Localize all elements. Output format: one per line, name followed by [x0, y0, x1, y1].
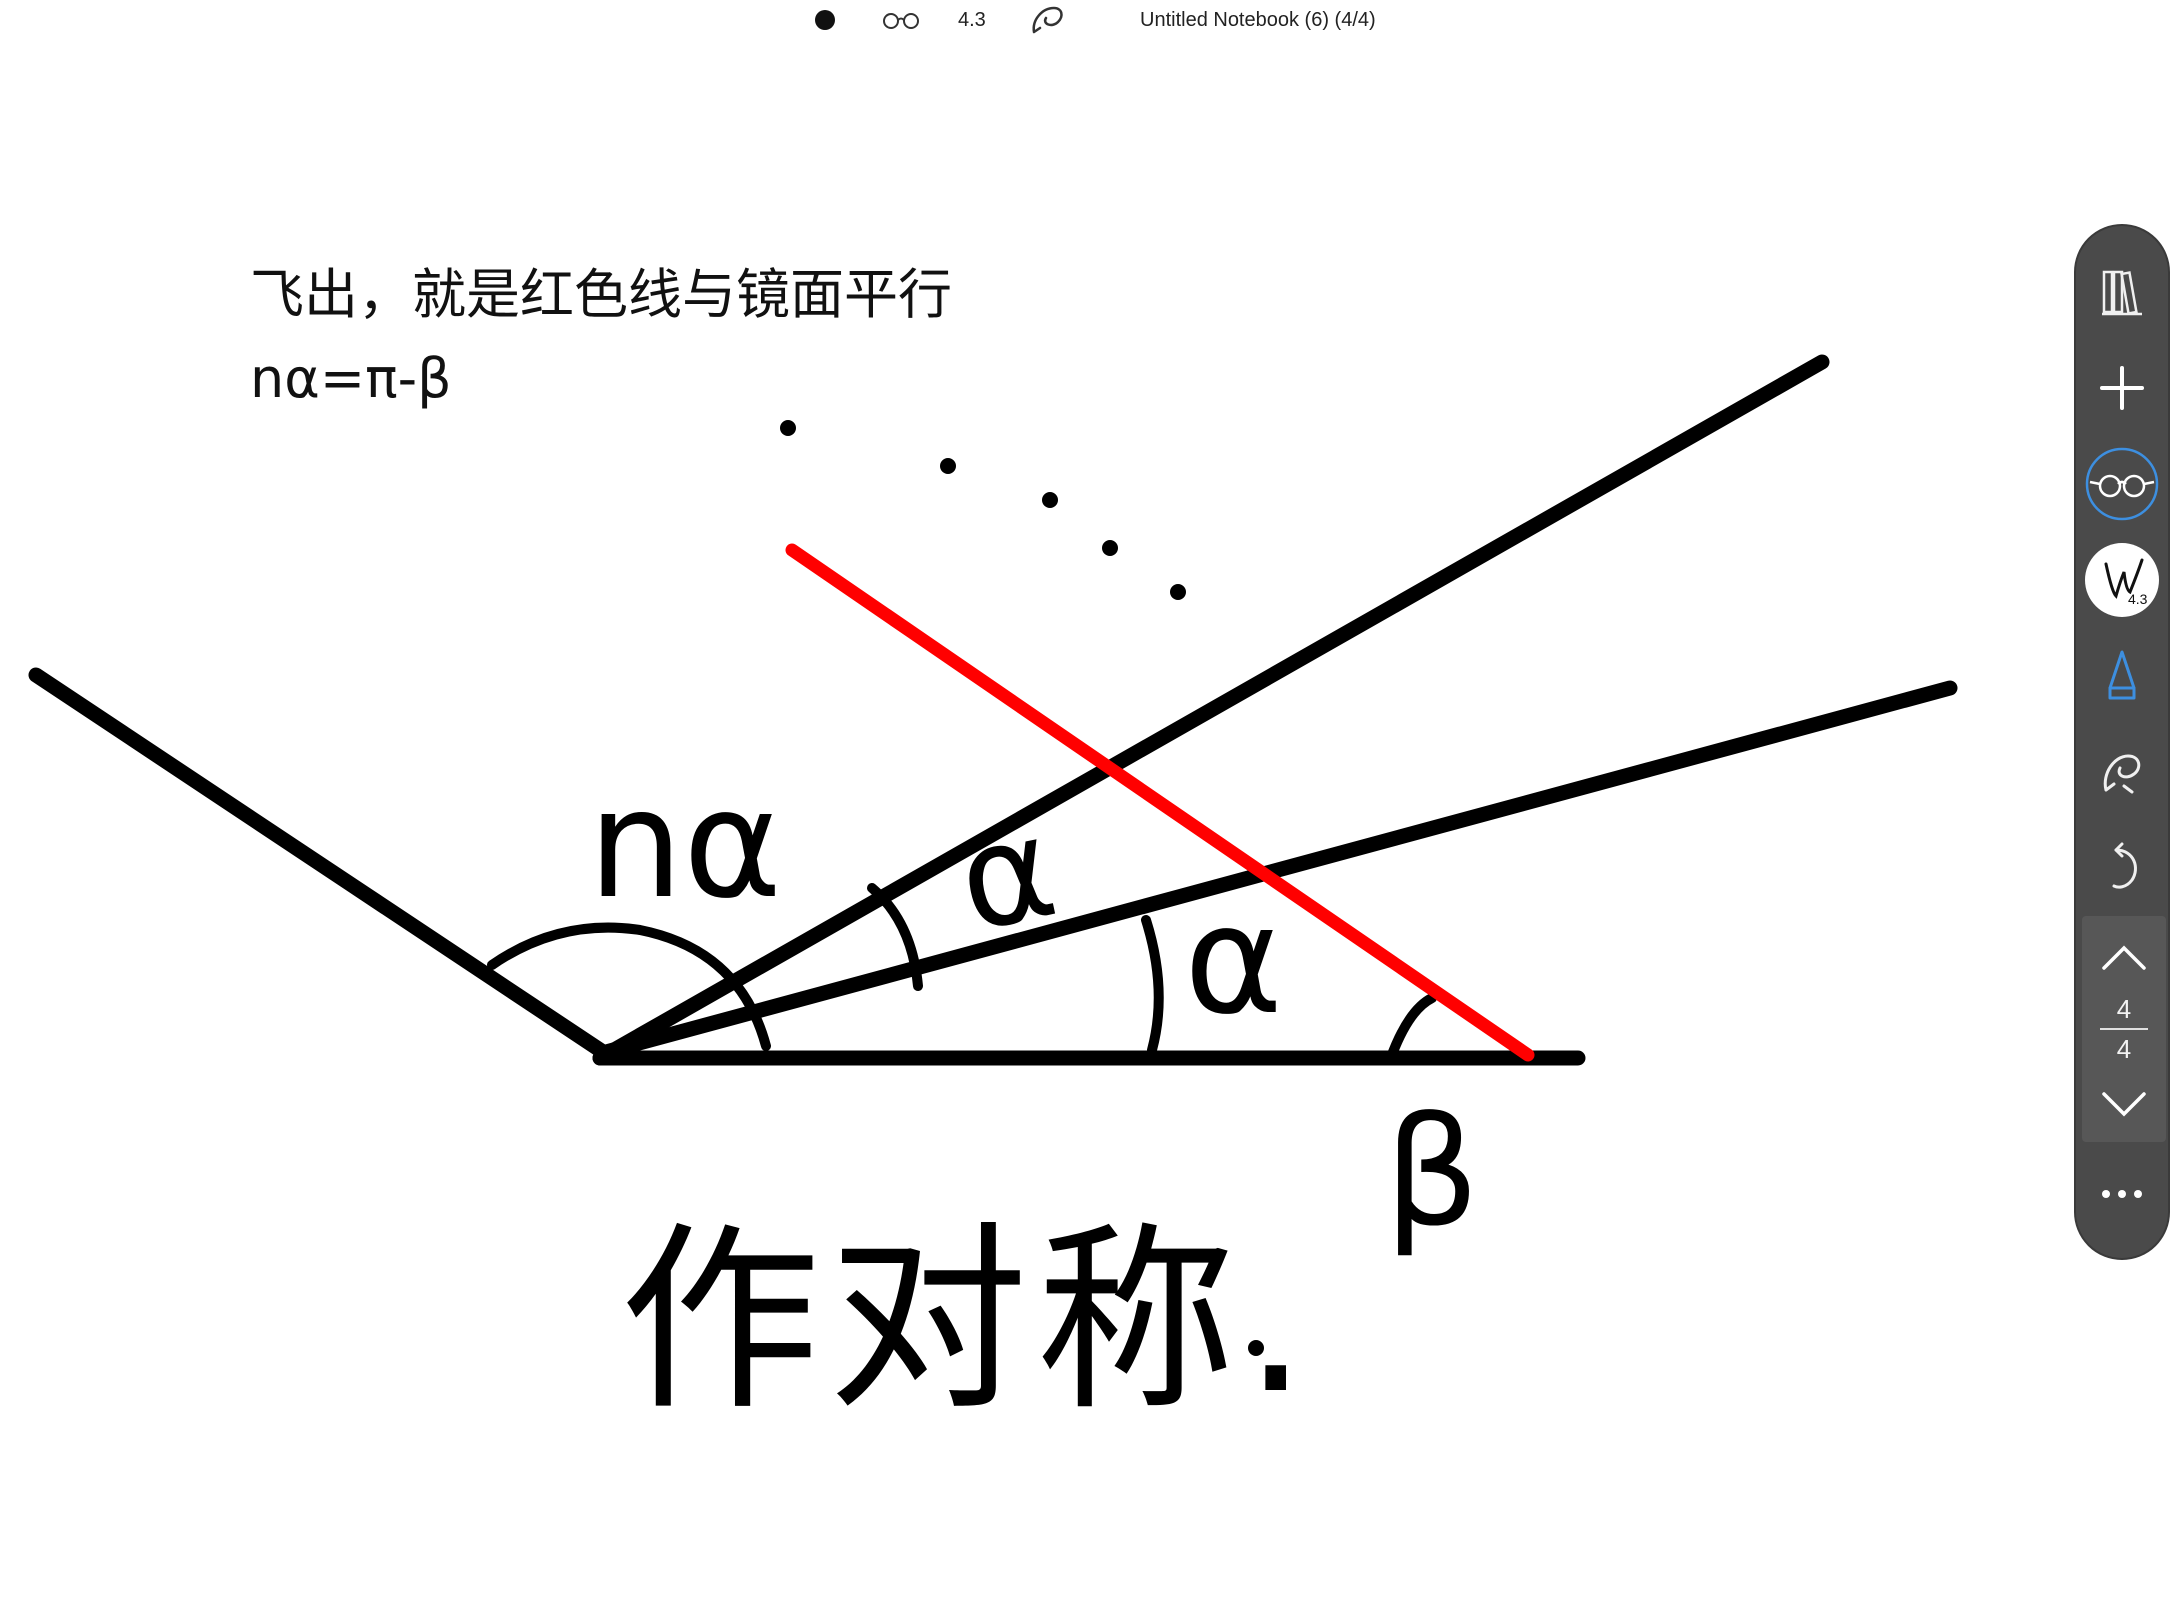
- right-toolbar: 4.3 4 4: [2074, 224, 2170, 1260]
- page-divider: [2100, 1028, 2148, 1030]
- more-icon[interactable]: [2084, 1156, 2160, 1232]
- highlighter-icon[interactable]: [2084, 638, 2160, 714]
- lasso-icon[interactable]: [2084, 734, 2160, 810]
- page-current: 4: [2116, 994, 2132, 1024]
- label-beta: β: [1384, 1086, 1480, 1260]
- page-navigator: 4 4: [2082, 916, 2166, 1142]
- chevron-down-icon[interactable]: [2086, 1066, 2162, 1142]
- undo-icon[interactable]: [2084, 830, 2160, 906]
- handwritten-bottom-text: 作对称.: [620, 1205, 1316, 1438]
- add-icon[interactable]: [2084, 350, 2160, 426]
- library-icon[interactable]: [2084, 254, 2160, 330]
- drawing-canvas[interactable]: nα α α β 作对称.: [0, 0, 2060, 1600]
- page-total: 4: [2116, 1034, 2132, 1064]
- angle-arc-alpha-2: [1141, 915, 1164, 1055]
- pen-size-badge: 4.3: [2128, 591, 2148, 607]
- label-alpha-1: α: [945, 786, 1069, 965]
- label-alpha-2: α: [1184, 874, 1283, 1048]
- pen-icon[interactable]: 4.3: [2084, 542, 2160, 618]
- reading-mode-icon[interactable]: [2084, 446, 2160, 522]
- mirror-line-left: [28, 667, 614, 1062]
- chevron-up-icon[interactable]: [2086, 920, 2162, 996]
- label-n-alpha: nα: [588, 758, 782, 932]
